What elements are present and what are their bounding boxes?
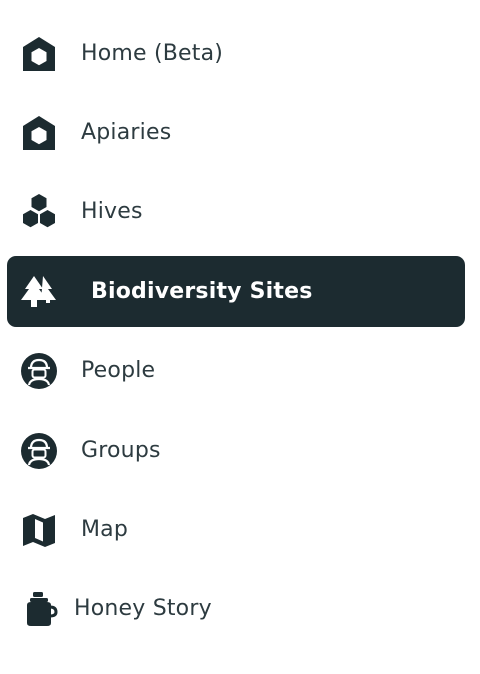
nav-item-label: Hives [81,199,143,224]
honey-jar-icon [19,589,59,629]
nav-item-groups[interactable]: Groups [7,415,465,486]
nav-item-label: People [81,358,156,383]
side-navigation: Home (Beta) Apiaries Hives Biodiversity … [0,0,480,674]
nav-item-label: Groups [81,438,161,463]
trees-icon [19,272,59,312]
nav-item-biodiversity-sites[interactable]: Biodiversity Sites [7,256,465,327]
nav-item-people[interactable]: People [7,335,465,406]
beekeeper-icon [19,351,59,391]
nav-item-label: Map [81,517,129,542]
nav-item-honey-story[interactable]: Honey Story [7,573,465,644]
home-icon [19,34,59,74]
nav-item-map[interactable]: Map [7,494,465,565]
nav-item-label: Home (Beta) [81,41,224,66]
nav-item-label: Honey Story [74,596,212,621]
nav-item-apiaries[interactable]: Apiaries [7,97,465,168]
nav-item-label: Apiaries [81,120,172,145]
hives-icon [19,192,59,232]
beekeeper-group-icon [19,431,59,471]
map-icon [19,510,59,550]
nav-item-hives[interactable]: Hives [7,176,465,247]
apiary-icon [19,113,59,153]
nav-item-label: Biodiversity Sites [91,279,313,304]
nav-item-home[interactable]: Home (Beta) [7,18,465,89]
